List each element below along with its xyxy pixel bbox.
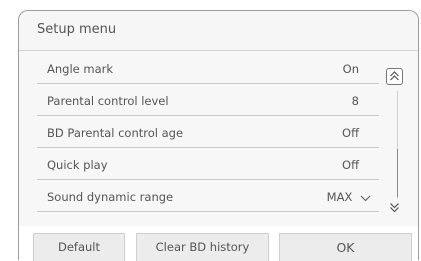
setting-value: Off bbox=[342, 126, 359, 140]
setting-label: Quick play bbox=[47, 158, 108, 172]
chevron-down-icon bbox=[360, 191, 371, 205]
setting-row-angle-mark[interactable]: Angle mark On bbox=[37, 55, 379, 84]
setting-row-bd-parental-control-age[interactable]: BD Parental control age Off bbox=[37, 119, 379, 148]
setting-label: Sound dynamic range bbox=[47, 190, 174, 204]
button-bar: Default Clear BD history OK bbox=[19, 226, 418, 261]
ok-button[interactable]: OK bbox=[279, 233, 412, 261]
setting-value: MAX bbox=[326, 190, 353, 204]
setting-value: Off bbox=[342, 158, 359, 172]
scrollbar-thumb[interactable] bbox=[397, 149, 398, 197]
setting-value: On bbox=[342, 62, 359, 76]
clear-bd-history-button[interactable]: Clear BD history bbox=[136, 233, 269, 261]
setting-label: Angle mark bbox=[47, 62, 114, 76]
setting-label: BD Parental control age bbox=[47, 126, 184, 140]
setting-value: 8 bbox=[351, 94, 359, 108]
double-chevron-down-icon[interactable] bbox=[386, 199, 403, 216]
setup-menu-window: Setup menu Angle mark On Parental contro… bbox=[18, 10, 419, 261]
setting-row-quick-play[interactable]: Quick play Off bbox=[37, 151, 379, 180]
page-title: Setup menu bbox=[37, 22, 117, 37]
setting-row-sound-dynamic-range[interactable]: Sound dynamic range MAX bbox=[37, 183, 379, 212]
default-button[interactable]: Default bbox=[33, 233, 125, 261]
setting-label: Parental control level bbox=[47, 94, 169, 108]
setting-row-parental-control-level[interactable]: Parental control level 8 bbox=[37, 87, 379, 116]
setting-value-dropdown[interactable]: MAX bbox=[327, 190, 371, 205]
double-chevron-up-icon[interactable] bbox=[386, 68, 403, 85]
title-bar: Setup menu bbox=[19, 11, 418, 51]
